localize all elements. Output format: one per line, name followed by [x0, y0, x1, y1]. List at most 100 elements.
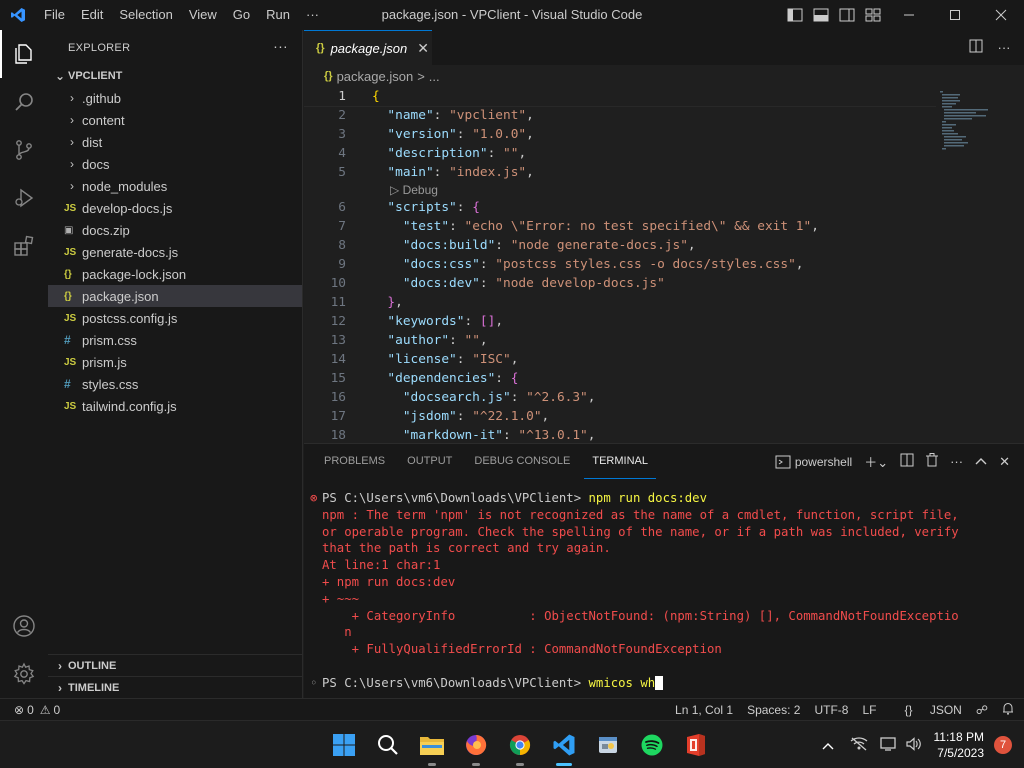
network-disconnected-icon[interactable] — [850, 736, 868, 754]
split-editor-icon[interactable] — [962, 39, 990, 56]
editor-more-actions-icon[interactable]: ··· — [990, 40, 1018, 55]
tree-file[interactable]: JS prism.js — [48, 351, 302, 373]
debug-codelens[interactable]: ▷ Debug — [304, 182, 936, 198]
breadcrumb-file[interactable]: package.json — [337, 69, 414, 84]
outline-section[interactable]: › OUTLINE — [48, 654, 303, 676]
menu-more[interactable]: ··· — [298, 0, 327, 30]
terminal-error-line: At line:1 char:1 — [322, 558, 441, 573]
close-panel-icon[interactable]: ✕ — [993, 454, 1016, 470]
tree-file[interactable]: JS develop-docs.js — [48, 197, 302, 219]
status-bar: ⊗ 0 ⚠ 0 Ln 1, Col 1 Spaces: 2 UTF-8 LF {… — [0, 698, 1024, 720]
tree-item-label: develop-docs.js — [82, 200, 173, 216]
run-debug-icon[interactable] — [0, 174, 48, 222]
timeline-section[interactable]: › TIMELINE — [48, 676, 303, 698]
spotify-icon[interactable] — [630, 723, 674, 767]
account-icon[interactable] — [0, 602, 48, 650]
code-line: 14 "license": "ISC", — [304, 350, 936, 369]
indentation[interactable]: Spaces: 2 — [747, 703, 800, 717]
tree-file[interactable]: JS tailwind.config.js — [48, 395, 302, 417]
code-line: 2 "name": "vpclient", — [304, 106, 936, 125]
weather-app-icon[interactable] — [586, 723, 630, 767]
minimize-icon[interactable] — [886, 0, 932, 30]
tree-item-label: package.json — [82, 288, 159, 304]
new-terminal-icon[interactable]: ＋⌄ — [858, 452, 894, 471]
clock[interactable]: 11:18 PM 7/5/2023 — [934, 729, 984, 761]
tree-folder[interactable]: › dist — [48, 131, 302, 153]
line-number: 16 — [330, 390, 346, 405]
menu-run[interactable]: Run — [258, 0, 298, 30]
volume-icon[interactable] — [905, 736, 922, 754]
terminal-shell-selector[interactable]: powershell — [769, 455, 858, 469]
terminal-more-icon[interactable]: ··· — [944, 454, 969, 469]
maximize-icon[interactable] — [932, 0, 978, 30]
problems-status[interactable]: ⊗ 0 ⚠ 0 — [0, 703, 60, 717]
error-icon: ⊗ — [14, 702, 25, 717]
show-hidden-icons-chevron-up-icon[interactable] — [822, 738, 834, 753]
root-folder[interactable]: ⌄ VPCLIENT — [48, 65, 302, 87]
explorer-icon[interactable] — [0, 30, 48, 78]
source-control-icon[interactable] — [0, 126, 48, 174]
vscode-icon[interactable] — [542, 723, 586, 767]
tree-file[interactable]: # prism.css — [48, 329, 302, 351]
tab-terminal[interactable]: TERMINAL — [584, 444, 656, 479]
menu-view[interactable]: View — [181, 0, 225, 30]
breadcrumb-separator: > — [417, 68, 425, 84]
search-icon[interactable] — [0, 78, 48, 126]
toggle-primary-sidebar-icon[interactable] — [782, 0, 808, 30]
windows-start-icon[interactable] — [322, 723, 366, 767]
menu-edit[interactable]: Edit — [73, 0, 111, 30]
notifications-bell-icon[interactable] — [1002, 702, 1014, 718]
code-line: 13 "author": "", — [304, 331, 936, 350]
extensions-icon[interactable] — [0, 222, 48, 270]
menu-file[interactable]: File — [36, 0, 73, 30]
menu-selection[interactable]: Selection — [111, 0, 180, 30]
encoding[interactable]: UTF-8 — [814, 703, 848, 717]
tab-output[interactable]: OUTPUT — [399, 444, 460, 479]
breadcrumb: {} package.json > ... — [304, 65, 1024, 87]
code-line: 1{ — [304, 87, 936, 107]
explorer-title: EXPLORER — [68, 41, 131, 54]
end-of-line[interactable]: LF — [862, 703, 876, 717]
toggle-secondary-sidebar-icon[interactable] — [834, 0, 860, 30]
tree-folder[interactable]: › .github — [48, 87, 302, 109]
maximize-panel-icon[interactable] — [969, 454, 993, 469]
close-window-icon[interactable] — [978, 0, 1024, 30]
tree-file[interactable]: ▣ docs.zip — [48, 219, 302, 241]
split-terminal-icon[interactable] — [894, 453, 920, 470]
toggle-panel-icon[interactable] — [808, 0, 834, 30]
tab-problems[interactable]: PROBLEMS — [316, 444, 393, 479]
file-explorer-icon[interactable] — [410, 723, 454, 767]
tab-debug-console[interactable]: DEBUG CONSOLE — [466, 444, 578, 479]
display-icon[interactable] — [879, 736, 898, 754]
tree-folder[interactable]: › docs — [48, 153, 302, 175]
tree-file[interactable]: JS postcss.config.js — [48, 307, 302, 329]
search-icon[interactable] — [366, 723, 410, 767]
tree-file[interactable]: JS generate-docs.js — [48, 241, 302, 263]
taskbar-apps — [322, 721, 718, 768]
chrome-icon[interactable] — [498, 723, 542, 767]
line-number: 2 — [338, 108, 346, 123]
tab-package-json[interactable]: {} package.json ✕ — [304, 30, 432, 65]
minimap[interactable] — [936, 87, 1006, 167]
code-editor[interactable]: 1{2 "name": "vpclient", 3 "version": "1.0… — [304, 87, 936, 443]
firefox-icon[interactable] — [454, 723, 498, 767]
kill-terminal-icon[interactable] — [920, 453, 944, 470]
terminal-output[interactable]: ⊗ PS C:\Users\vm6\Downloads\VPClient> npm… — [310, 490, 1010, 692]
office-icon[interactable] — [674, 723, 718, 767]
cursor-position[interactable]: Ln 1, Col 1 — [675, 703, 733, 717]
customize-layout-icon[interactable] — [860, 0, 886, 30]
close-tab-icon[interactable]: ✕ — [417, 40, 429, 57]
feedback-icon[interactable]: ☍ — [976, 703, 988, 717]
manage-gear-icon[interactable] — [0, 650, 48, 698]
tree-file[interactable]: {} package-lock.json — [48, 263, 302, 285]
js-file-icon: JS — [64, 312, 77, 324]
notification-count-badge[interactable]: 7 — [994, 736, 1012, 754]
tree-file[interactable]: # styles.css — [48, 373, 302, 395]
explorer-more-actions-icon[interactable]: ··· — [273, 38, 288, 54]
tree-file[interactable]: {} package.json — [48, 285, 302, 307]
menu-go[interactable]: Go — [225, 0, 258, 30]
language-mode[interactable]: {} JSON — [890, 703, 961, 717]
breadcrumb-rest[interactable]: ... — [429, 69, 440, 84]
tree-folder[interactable]: › content — [48, 109, 302, 131]
tree-folder[interactable]: › node_modules — [48, 175, 302, 197]
